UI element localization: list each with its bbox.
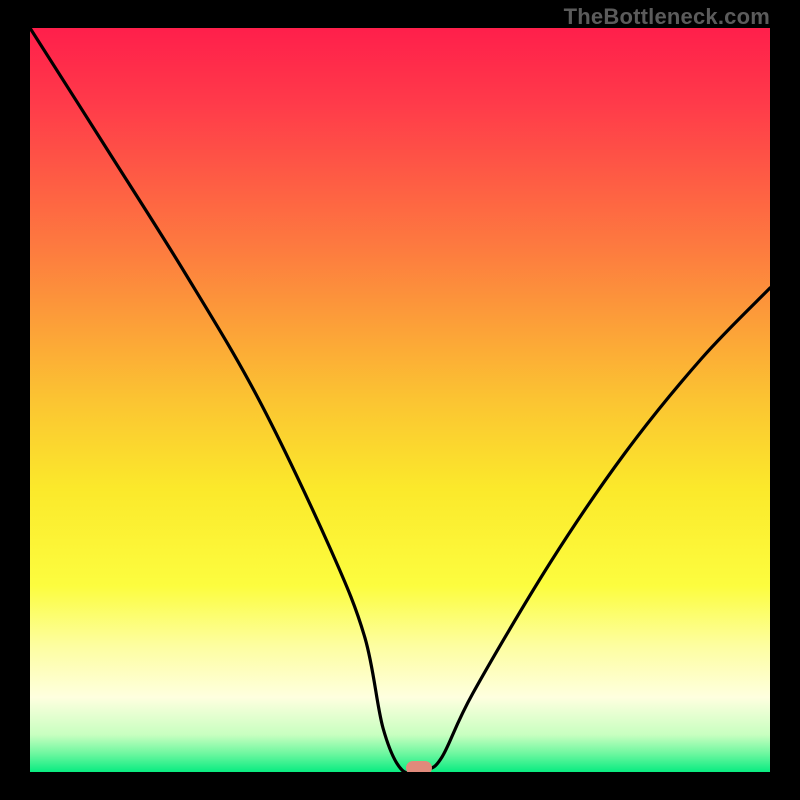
bottleneck-curve — [30, 28, 770, 772]
chart-frame — [0, 0, 800, 800]
attribution-text: TheBottleneck.com — [564, 4, 770, 30]
plot-area — [30, 28, 770, 772]
optimal-marker — [406, 761, 432, 772]
